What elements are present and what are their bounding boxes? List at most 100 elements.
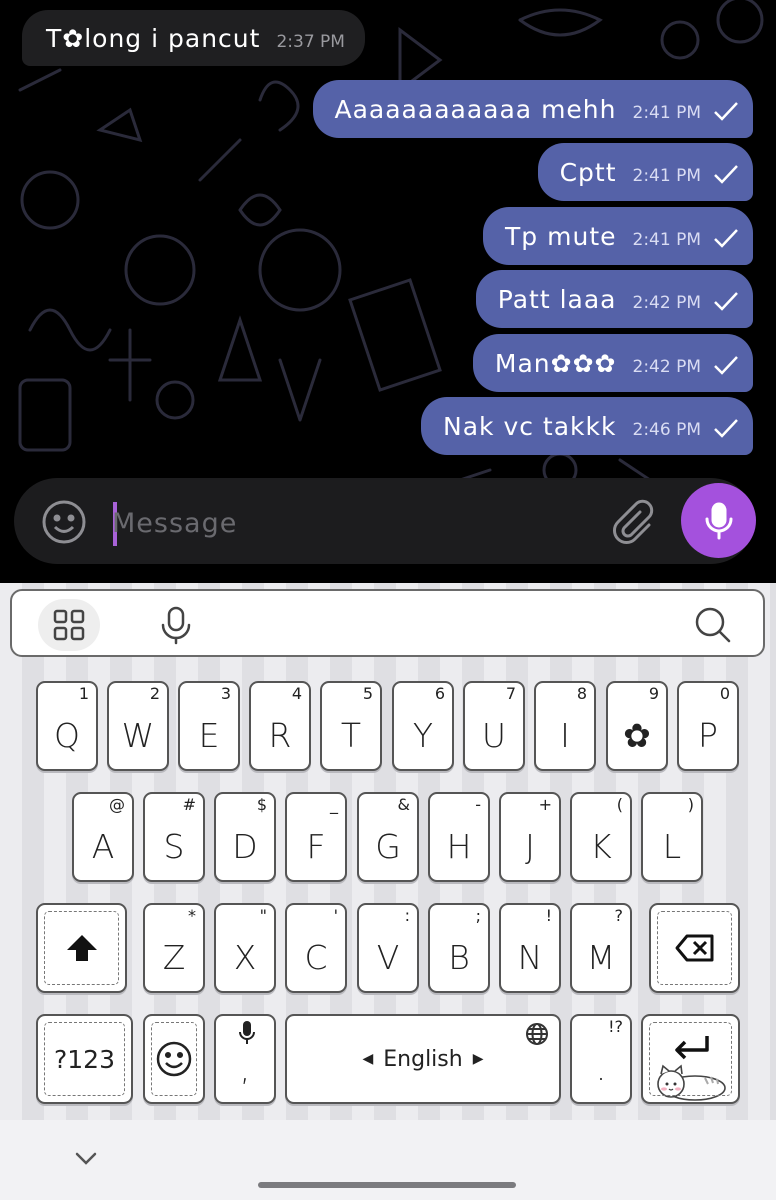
key-w[interactable]: 2W — [107, 681, 169, 771]
enter-key[interactable] — [641, 1014, 740, 1104]
chat-area: T✿long i pancut 2:37 PM Aaaaaaaaaaaa meh… — [0, 0, 776, 583]
period-key[interactable]: !? . — [570, 1014, 632, 1104]
key-label: D — [232, 827, 258, 866]
space-label: English — [383, 1046, 463, 1072]
key-z[interactable]: * Z — [143, 903, 205, 993]
key-f[interactable]: _ F — [285, 792, 347, 882]
key-secondary: ) — [687, 795, 694, 814]
space-key[interactable]: ◀ English ▶ — [285, 1014, 561, 1104]
key-y[interactable]: 6Y — [392, 681, 454, 771]
chevron-down-icon[interactable] — [73, 1148, 99, 1168]
message-input[interactable] — [112, 500, 592, 546]
key-secondary: ( — [616, 795, 623, 814]
key-label: , — [239, 1049, 251, 1088]
home-handle[interactable] — [258, 1182, 516, 1188]
emoji-key[interactable] — [143, 1014, 205, 1104]
comma-key[interactable]: , — [214, 1014, 276, 1104]
arrow-left-icon: ◀ — [362, 1051, 374, 1067]
paperclip-icon[interactable] — [610, 498, 654, 546]
key-r[interactable]: 4R — [249, 681, 311, 771]
key-h[interactable]: -H — [428, 792, 490, 882]
key-c[interactable]: ' C — [285, 903, 347, 993]
key-label: S — [163, 827, 185, 866]
key-label: Q — [54, 716, 80, 755]
key-secondary: 2 — [149, 684, 160, 703]
key-secondary: @ — [109, 795, 125, 814]
grid-button[interactable] — [38, 599, 100, 651]
key-i[interactable]: 8I — [534, 681, 596, 771]
key-k[interactable]: (K — [570, 792, 632, 882]
smiley-icon[interactable] — [40, 498, 88, 546]
key-secondary: " — [259, 906, 267, 925]
key-j[interactable]: + J — [499, 792, 561, 882]
key-secondary: 1 — [78, 684, 89, 703]
key-q[interactable]: 1Q — [36, 681, 98, 771]
key-secondary: & — [397, 795, 410, 814]
key-secondary: 3 — [220, 684, 231, 703]
key-secondary: 4 — [291, 684, 302, 703]
key-p[interactable]: 0P — [677, 681, 739, 771]
backspace-icon — [675, 934, 713, 962]
key-label: I — [560, 716, 570, 755]
key-t[interactable]: 5T — [320, 681, 382, 771]
key-label: K — [590, 827, 612, 866]
key-secondary: 5 — [362, 684, 373, 703]
key-label: M — [586, 938, 616, 977]
message-composer — [14, 478, 766, 564]
key-l[interactable]: ) L — [641, 792, 703, 882]
key-label: U — [481, 716, 507, 755]
key-a[interactable]: @ A — [72, 792, 134, 882]
message-bubble-outgoing[interactable]: Cptt 2:41 PM — [537, 143, 753, 201]
key-label: R — [268, 716, 292, 755]
key-secondary: : — [404, 906, 410, 925]
key-n[interactable]: ! N — [499, 903, 561, 993]
key-s[interactable]: # S — [143, 792, 205, 882]
key-secondary: 8 — [576, 684, 587, 703]
key-label: W — [121, 716, 155, 755]
key-u[interactable]: 7U — [463, 681, 525, 771]
key-label: Z — [162, 938, 186, 977]
message-time: 2:42 PM — [632, 357, 702, 377]
key-b[interactable]: ; B — [428, 903, 490, 993]
search-icon[interactable] — [693, 605, 733, 645]
key-secondary: * — [188, 906, 196, 925]
message-bubble-outgoing[interactable]: Nak vc takkk 2:46 PM — [421, 397, 753, 455]
shift-key[interactable] — [36, 903, 127, 993]
key-label: T — [340, 716, 362, 755]
arrow-right-icon: ▶ — [472, 1051, 484, 1067]
key-label: Y — [412, 716, 434, 755]
key-m[interactable]: ? M — [570, 903, 632, 993]
key-secondary: _ — [330, 795, 338, 814]
key-secondary: # — [182, 795, 196, 814]
keyboard-toolbar — [10, 589, 765, 657]
key-label: X — [233, 938, 257, 977]
key-e[interactable]: 3E — [178, 681, 240, 771]
key-label: L — [662, 827, 682, 866]
smiley-icon — [156, 1041, 192, 1077]
message-bubble-outgoing[interactable]: Aaaaaaaaaaaa mehh 2:41 PM — [312, 80, 753, 138]
key-x[interactable]: " X — [214, 903, 276, 993]
message-bubble-outgoing[interactable]: Man✿✿✿ 2:42 PM — [472, 334, 753, 392]
message-bubble-incoming[interactable]: T✿long i pancut 2:37 PM — [22, 10, 365, 66]
backspace-key[interactable] — [649, 903, 740, 993]
grid-icon — [53, 609, 85, 641]
message-bubble-outgoing[interactable]: Patt laaa 2:42 PM — [475, 270, 753, 328]
key-label: J — [525, 827, 535, 866]
key-secondary: + — [538, 795, 552, 814]
message-bubble-outgoing[interactable]: Tp mute 2:41 PM — [483, 207, 753, 265]
voice-record-button[interactable] — [681, 483, 756, 558]
key-v[interactable]: :V — [357, 903, 419, 993]
key-o[interactable]: 9 ✿ — [606, 681, 668, 771]
symbols-key[interactable]: ?123 — [36, 1014, 133, 1104]
key-label: H — [446, 827, 472, 866]
microphone-icon[interactable] — [156, 605, 196, 645]
key-secondary: ' — [333, 906, 338, 925]
check-icon — [714, 229, 738, 248]
key-label: . — [595, 1049, 607, 1088]
key-g[interactable]: & G — [357, 792, 419, 882]
key-secondary: 6 — [434, 684, 445, 703]
key-label: ?123 — [54, 1044, 115, 1074]
check-icon — [714, 356, 738, 375]
message-time: 2:41 PM — [632, 103, 702, 123]
key-d[interactable]: $ D — [214, 792, 276, 882]
